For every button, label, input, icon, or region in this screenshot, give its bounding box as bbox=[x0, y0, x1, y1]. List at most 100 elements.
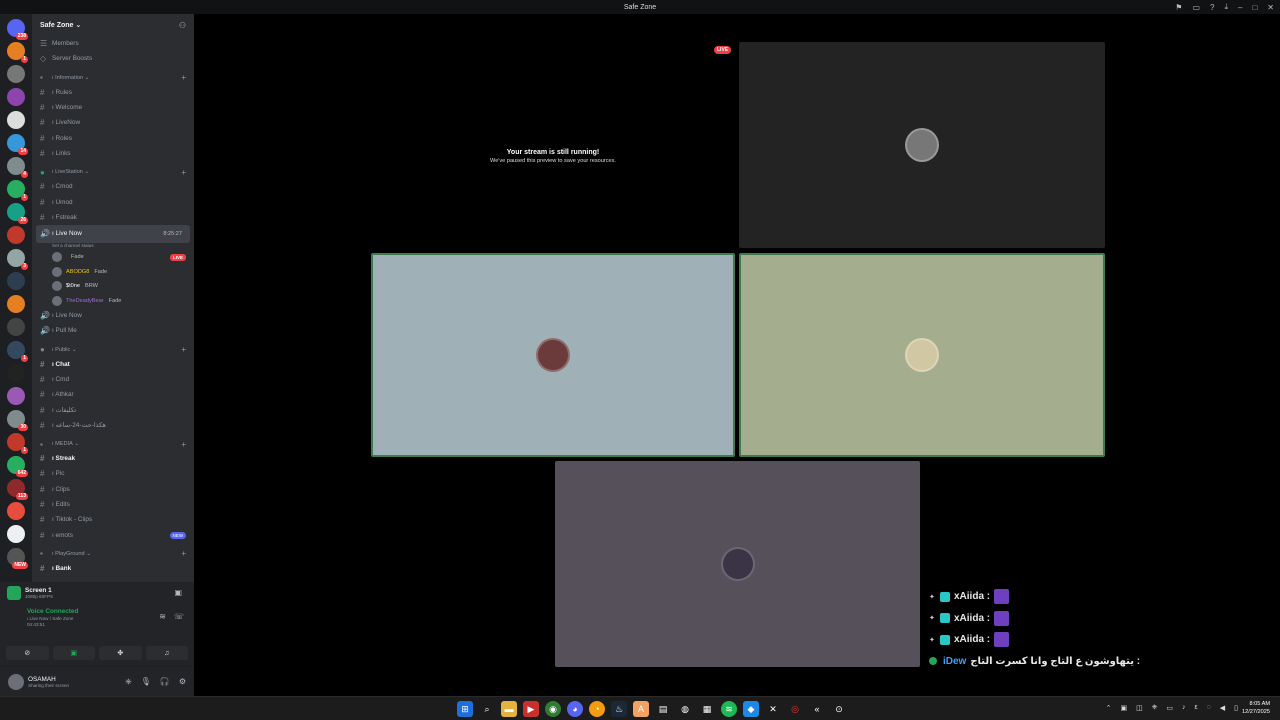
disconnect-icon[interactable]: ☏ bbox=[174, 612, 184, 621]
voice-user[interactable]: Fade LIVE bbox=[32, 250, 194, 265]
app-icon[interactable]: ▦ bbox=[699, 701, 715, 717]
server-boosts-item[interactable]: ◇ Server Boosts bbox=[32, 51, 194, 66]
app-icon[interactable]: A bbox=[633, 701, 649, 717]
channel-item[interactable]: # ı Bank bbox=[32, 561, 194, 576]
app-icon[interactable]: ▶ bbox=[523, 701, 539, 717]
invite-icon[interactable]: ⚇ bbox=[179, 21, 186, 30]
channel-item[interactable]: # ı Chat bbox=[32, 357, 194, 372]
channel-item[interactable]: # ı Cmod bbox=[32, 179, 194, 194]
category-playground[interactable]: ▪ ı PlayGround ⌄ + bbox=[32, 547, 194, 561]
share-screen-button[interactable]: ▣ bbox=[52, 646, 95, 660]
username[interactable]: OSAMAH bbox=[28, 676, 69, 683]
add-channel-icon[interactable]: + bbox=[181, 168, 186, 177]
guild-header[interactable]: Safe Zone ⌄ ⚇ bbox=[32, 14, 194, 36]
server-icon[interactable] bbox=[7, 525, 25, 543]
chrome-icon[interactable]: ◉ bbox=[545, 701, 561, 717]
server-icon[interactable]: 1 bbox=[7, 180, 28, 201]
battery-icon[interactable]: ▯ bbox=[1234, 704, 1238, 712]
participant-tile[interactable] bbox=[371, 253, 735, 457]
app-icon[interactable]: ⊙ bbox=[831, 701, 847, 717]
channel-item[interactable]: # ı Roles bbox=[32, 130, 194, 145]
server-icon[interactable]: 3 bbox=[7, 249, 28, 270]
channel-item[interactable]: # ı Clips bbox=[32, 482, 194, 497]
server-icon[interactable]: 14 bbox=[7, 134, 28, 155]
server-icon[interactable] bbox=[7, 295, 25, 313]
server-icon[interactable]: 4 bbox=[7, 157, 28, 178]
microphone-icon[interactable]: ♪ bbox=[1182, 704, 1186, 712]
channel-item[interactable]: # ı Streak bbox=[32, 451, 194, 466]
channel-item[interactable]: # ı Athkar bbox=[32, 387, 194, 402]
category-public[interactable]: ● ı Public ⌄ + bbox=[32, 343, 194, 357]
server-icon[interactable]: NEW bbox=[7, 548, 28, 569]
discord-icon[interactable]: ◕ bbox=[567, 701, 583, 717]
help-icon[interactable]: ? bbox=[1210, 3, 1214, 12]
channel-item[interactable]: # ı Umod bbox=[32, 194, 194, 209]
channel-item[interactable]: # ı Rules bbox=[32, 85, 194, 100]
channel-status-hint[interactable]: Set a channel status bbox=[32, 243, 194, 250]
add-channel-icon[interactable]: + bbox=[181, 549, 186, 558]
app-icon[interactable]: ◔ bbox=[589, 701, 605, 717]
chevron-up-icon[interactable]: ⌃ bbox=[1106, 704, 1112, 712]
volume-icon[interactable]: ◀ bbox=[1220, 704, 1225, 712]
channel-item[interactable]: # ı Cmd bbox=[32, 372, 194, 387]
voice-channel-live-now-2[interactable]: 🔊 ı Live Now bbox=[32, 308, 194, 323]
server-icon[interactable] bbox=[7, 318, 25, 336]
server-icon[interactable]: 1 bbox=[7, 42, 28, 63]
paused-stream-tile[interactable]: Your stream is still running! We've paus… bbox=[370, 62, 736, 250]
server-icon[interactable] bbox=[7, 65, 25, 83]
voice-user[interactable]: ABODG8 Fade bbox=[32, 264, 194, 279]
server-icon[interactable]: 113 bbox=[7, 479, 28, 500]
stop-share-icon[interactable]: ▣ bbox=[174, 588, 182, 597]
channel-item[interactable]: # ı Tiktok - Clips bbox=[32, 512, 194, 527]
server-icon[interactable] bbox=[7, 111, 25, 129]
voice-user[interactable]: $t0ne BRW bbox=[32, 279, 194, 294]
tray-icon[interactable]: ε bbox=[1194, 704, 1197, 712]
activities-button[interactable]: ✤ bbox=[99, 646, 142, 660]
server-icon[interactable] bbox=[7, 226, 25, 244]
channel-item[interactable]: # ı Edits bbox=[32, 497, 194, 512]
server-icon[interactable]: 26 bbox=[7, 203, 28, 224]
channel-item[interactable]: # ı هكذا-حت-24-ساعه bbox=[32, 418, 194, 433]
participant-tile[interactable] bbox=[739, 253, 1105, 457]
add-channel-icon[interactable]: + bbox=[181, 440, 186, 449]
category-media[interactable]: ▪ ı MEDIA ⌄ + bbox=[32, 437, 194, 451]
category-information[interactable]: ▪ ı Information ⌄ + bbox=[32, 71, 194, 85]
channel-item[interactable]: # ı emots NEW bbox=[32, 528, 194, 543]
voice-channel-live-now[interactable]: 🔊 ı Live Now 8:25:27 bbox=[36, 224, 190, 243]
soundboard-button[interactable]: ♫ bbox=[145, 646, 188, 660]
file-explorer-icon[interactable]: ▬ bbox=[501, 701, 517, 717]
tray-icon[interactable]: ▣ bbox=[1120, 704, 1127, 712]
app-icon[interactable]: ◆ bbox=[743, 701, 759, 717]
noise-suppression-icon[interactable]: ≋ bbox=[159, 612, 166, 621]
display-icon[interactable]: ▭ bbox=[1192, 3, 1200, 12]
voice-connected-label[interactable]: Voice Connected bbox=[27, 608, 78, 615]
windows-start-icon[interactable]: ⊞ bbox=[457, 701, 473, 717]
add-channel-icon[interactable]: + bbox=[181, 73, 186, 82]
server-icon[interactable]: 1 bbox=[7, 433, 28, 454]
app-icon[interactable]: ◍ bbox=[677, 701, 693, 717]
server-icon[interactable] bbox=[7, 272, 25, 290]
server-icon[interactable]: 30 bbox=[7, 410, 28, 431]
close-icon[interactable]: ✕ bbox=[1267, 3, 1274, 12]
headphones-icon[interactable]: 🎧 bbox=[160, 677, 170, 687]
server-icon[interactable] bbox=[7, 387, 25, 405]
app-icon[interactable]: ▤ bbox=[655, 701, 671, 717]
server-icon[interactable] bbox=[7, 364, 25, 382]
participant-tile[interactable] bbox=[739, 42, 1105, 248]
category-livestation[interactable]: ● ı LiveStation ⌄ + bbox=[32, 165, 194, 179]
channel-item[interactable]: # ı Welcome bbox=[32, 100, 194, 115]
server-icon[interactable] bbox=[7, 502, 25, 520]
add-channel-icon[interactable]: + bbox=[181, 345, 186, 354]
steam-icon[interactable]: ♨ bbox=[611, 701, 627, 717]
maximize-icon[interactable]: □ bbox=[1252, 3, 1257, 12]
microphone-icon[interactable]: 🎙 bbox=[141, 677, 151, 687]
gamepad-icon[interactable]: ⎈ bbox=[125, 677, 131, 687]
channel-item[interactable]: # ı Links bbox=[32, 146, 194, 161]
channel-item[interactable]: # ı LiveNow bbox=[32, 115, 194, 130]
tray-icon[interactable]: ▭ bbox=[1166, 704, 1173, 712]
participant-tile[interactable] bbox=[555, 461, 920, 667]
download-icon[interactable]: ⤓ bbox=[1224, 2, 1228, 12]
channel-item[interactable]: # ı Fstreak bbox=[32, 210, 194, 225]
server-icon[interactable] bbox=[7, 88, 25, 106]
spotify-icon[interactable]: ≋ bbox=[721, 701, 737, 717]
